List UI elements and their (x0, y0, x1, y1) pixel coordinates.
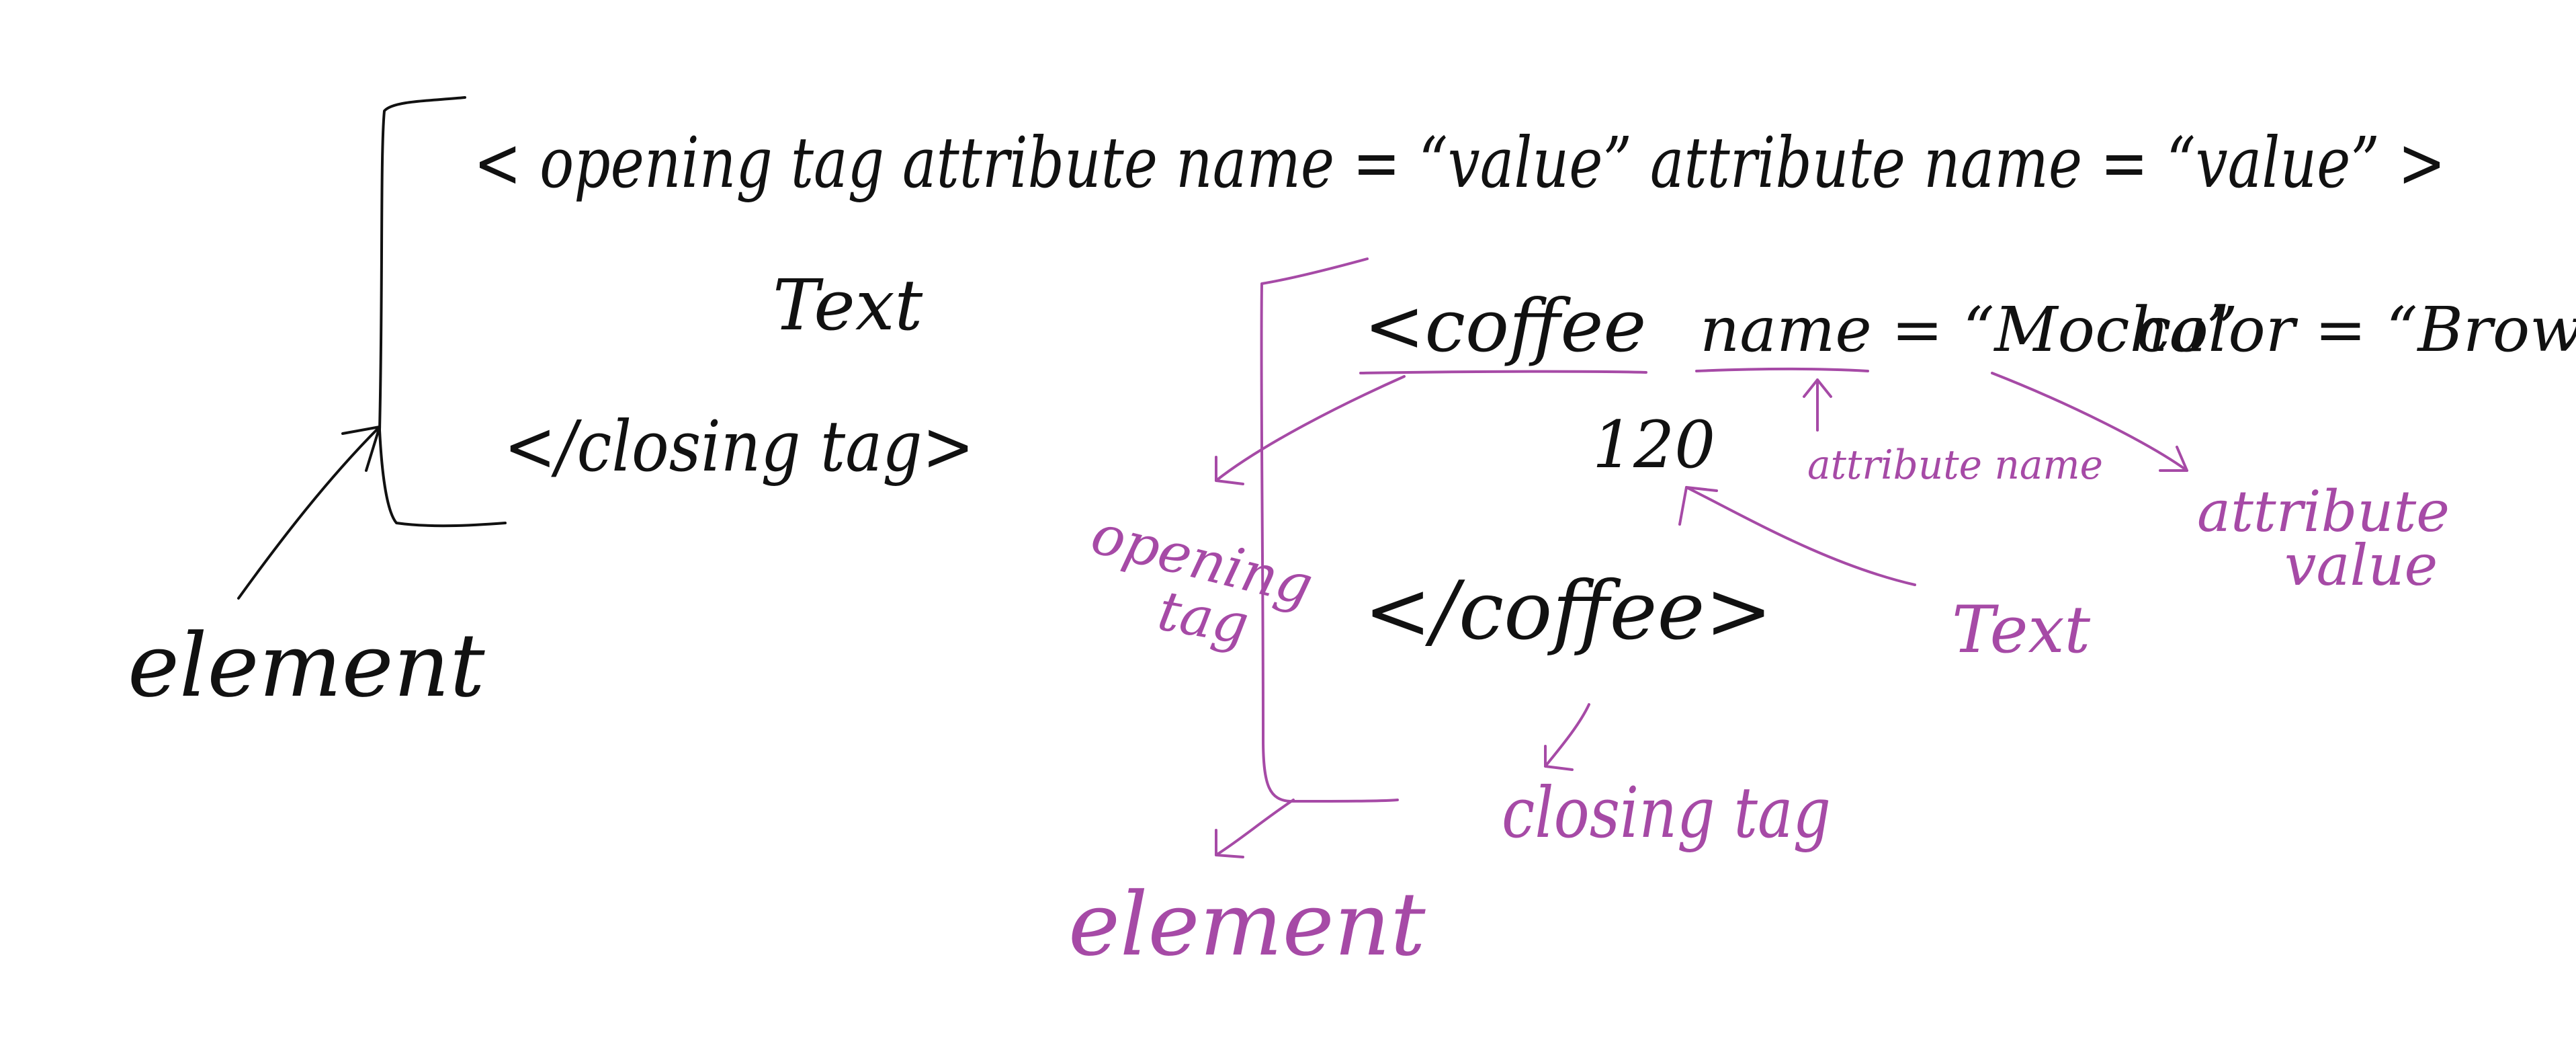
opening-tag-underline (1359, 370, 1647, 374)
opening-tag-arrow (1215, 375, 1406, 482)
coffee-element-label: element (1068, 873, 1426, 975)
attribute-name-underline (1695, 368, 1869, 372)
generic-element-arrow (237, 425, 381, 600)
text-label: Text (1952, 592, 2091, 667)
generic-text: Text (773, 264, 922, 346)
closing-tag-arrow (1544, 703, 1590, 768)
attribute-value-label-line2: value (2284, 532, 2438, 598)
generic-element-group: < opening tag attribute name = “value” a… (128, 96, 2446, 717)
generic-closing-tag: </closing tag> (504, 405, 974, 487)
attribute-name-label: attribute name (1807, 442, 2103, 489)
generic-opening-tag: < opening tag attribute name = “value” a… (474, 122, 2446, 204)
closing-tag-label: closing tag (1502, 772, 1831, 854)
generic-element-label: element (128, 614, 485, 717)
handwritten-diagram: < opening tag attribute name = “value” a… (128, 96, 2576, 975)
coffee-closing-tag: </coffee> (1364, 565, 1772, 658)
whiteboard-canvas: < opening tag attribute name = “value” a… (0, 0, 2576, 1054)
coffee-text-value: 120 (1592, 407, 1715, 483)
coffee-attribute-color-value: color = “Brown” > (2137, 294, 2576, 366)
coffee-opening-tag-name: <coffee (1364, 284, 1646, 368)
element-arrow (1215, 799, 1295, 856)
